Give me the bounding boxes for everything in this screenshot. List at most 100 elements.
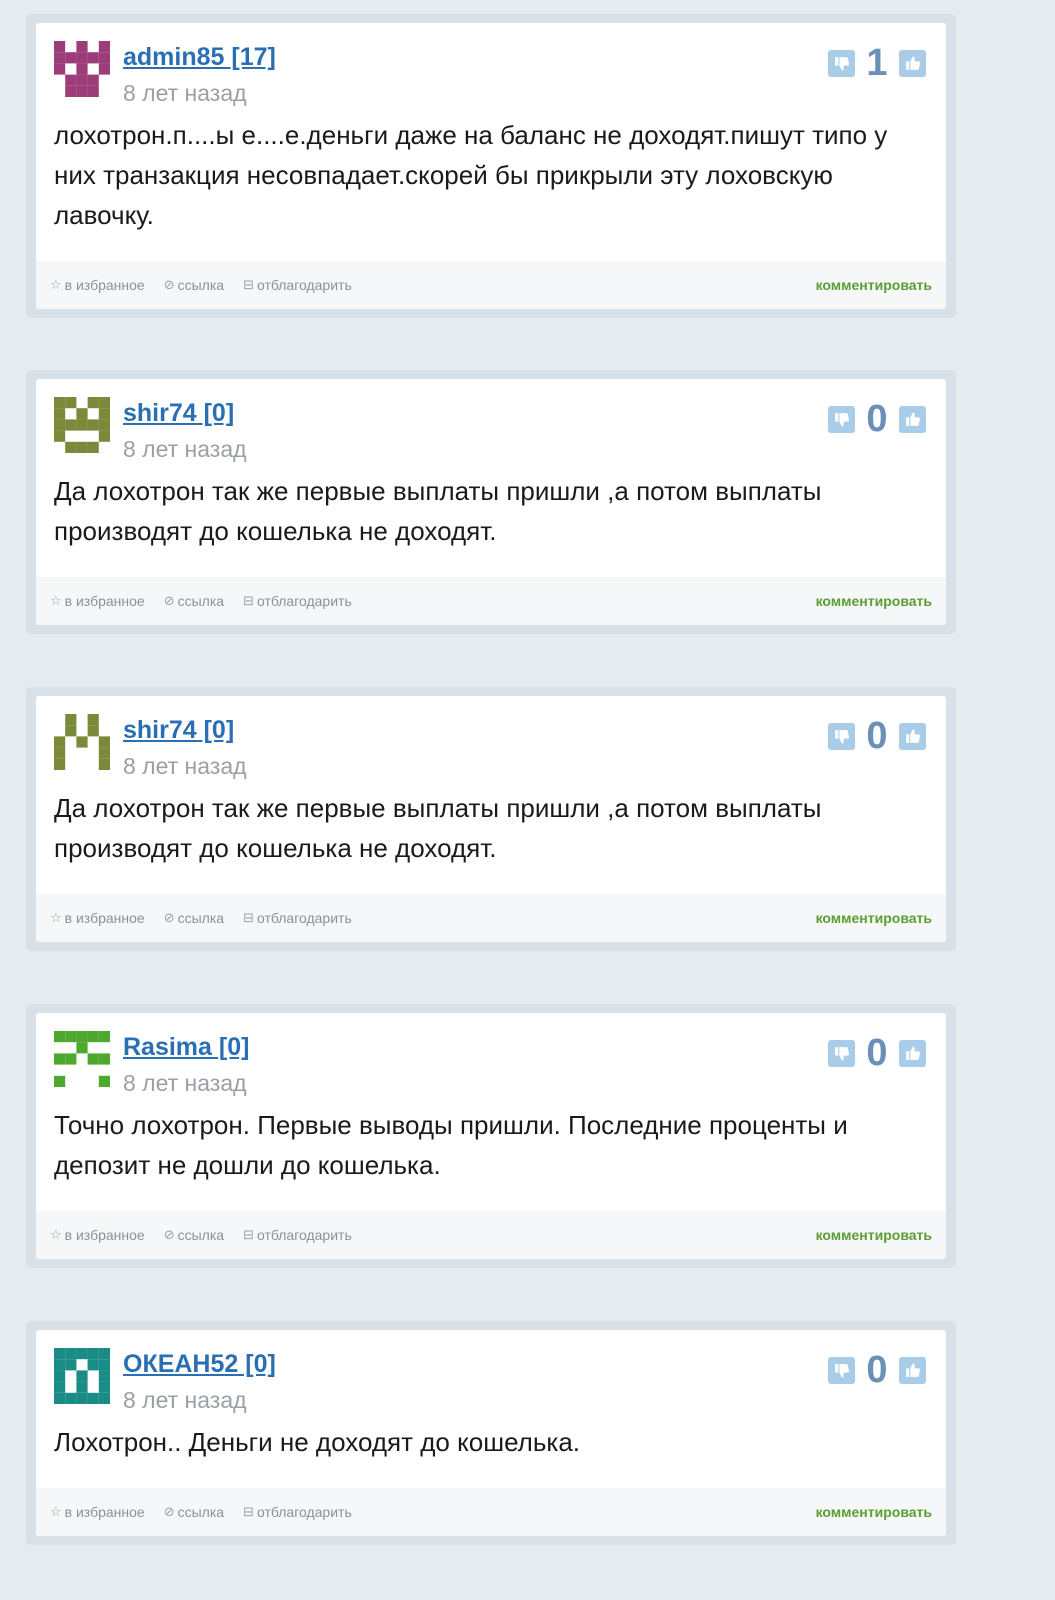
star-icon: ☆	[50, 277, 62, 292]
comment-body: Rasima [0] 8 лет назад 0 Точно лохотрон.…	[36, 1013, 946, 1259]
thumbs-down-icon	[835, 1046, 849, 1061]
comment-card: admin85 [17] 8 лет назад 1 лохотрон.п...…	[26, 14, 956, 318]
star-icon: ☆	[50, 1227, 62, 1242]
thumbs-up-icon	[906, 411, 920, 426]
favorite-label: в избранное	[64, 277, 145, 293]
vote-controls: 0	[828, 399, 926, 439]
link-icon: ⊘	[163, 910, 175, 925]
identicon-image	[54, 1348, 110, 1404]
timestamp: 8 лет назад	[123, 80, 247, 106]
timestamp: 8 лет назад	[123, 1070, 247, 1096]
vote-down-button[interactable]	[828, 49, 855, 77]
permalink[interactable]: ⊘ ссылка	[164, 277, 224, 293]
vote-controls: 0	[828, 716, 926, 756]
avatar[interactable]	[54, 41, 110, 97]
vote-down-button[interactable]	[828, 722, 855, 750]
comment-text: Точно лохотрон. Первые выводы пришли. По…	[54, 1110, 848, 1180]
permalink[interactable]: ⊘ ссылка	[164, 1504, 224, 1520]
vote-controls: 0	[828, 1350, 926, 1390]
favorite-label: в избранное	[64, 1227, 145, 1243]
favorite-link[interactable]: ☆ в избранное	[50, 1227, 145, 1243]
vote-down-button[interactable]	[828, 1039, 855, 1067]
reply-link[interactable]: комментировать	[816, 1488, 932, 1536]
thank-link[interactable]: ⊟ отблагодарить	[243, 277, 352, 293]
link-icon: ⊘	[163, 593, 175, 608]
avatar[interactable]	[54, 397, 110, 453]
avatar[interactable]	[54, 714, 110, 770]
thank-label: отблагодарить	[256, 277, 352, 293]
comment-header: admin85 [17] 8 лет назад 1	[36, 23, 946, 111]
vote-down-button[interactable]	[828, 1356, 855, 1384]
thumbs-down-icon	[835, 56, 849, 71]
avatar[interactable]	[54, 1348, 110, 1404]
favorite-link[interactable]: ☆ в избранное	[50, 593, 145, 609]
thank-link[interactable]: ⊟ отблагодарить	[243, 910, 352, 926]
identicon-image	[54, 41, 110, 97]
vote-controls: 1	[828, 43, 926, 83]
comment-body: ОКЕАН52 [0] 8 лет назад 0 Лохотрон.. Ден…	[36, 1330, 946, 1536]
vote-up-button[interactable]	[899, 49, 926, 77]
comment-body: shir74 [0] 8 лет назад 0 Да лохотрон так…	[36, 696, 946, 942]
link-label: ссылка	[177, 1227, 225, 1243]
vote-up-button[interactable]	[899, 1039, 926, 1067]
gift-icon: ⊟	[243, 1504, 254, 1519]
gift-icon: ⊟	[243, 277, 254, 292]
comment-card: shir74 [0] 8 лет назад 0 Да лохотрон так…	[26, 687, 956, 951]
author-link[interactable]: ОКЕАН52 [0]	[123, 1350, 276, 1379]
comment-text: Да лохотрон так же первые выплаты пришли…	[54, 476, 822, 546]
comment-body: admin85 [17] 8 лет назад 1 лохотрон.п...…	[36, 23, 946, 309]
gift-icon: ⊟	[243, 910, 254, 925]
timestamp: 8 лет назад	[123, 753, 247, 779]
vote-up-button[interactable]	[899, 722, 926, 750]
vote-score: 0	[866, 715, 888, 757]
reply-link[interactable]: комментировать	[816, 1211, 932, 1259]
vote-up-button[interactable]	[899, 1356, 926, 1384]
thank-label: отблагодарить	[256, 593, 352, 609]
link-label: ссылка	[177, 1504, 225, 1520]
favorite-link[interactable]: ☆ в избранное	[50, 1504, 145, 1520]
reply-link[interactable]: комментировать	[816, 894, 932, 942]
comment-header: shir74 [0] 8 лет назад 0	[36, 696, 946, 784]
comment-card: Rasima [0] 8 лет назад 0 Точно лохотрон.…	[26, 1004, 956, 1268]
comment-card: ОКЕАН52 [0] 8 лет назад 0 Лохотрон.. Ден…	[26, 1321, 956, 1545]
timestamp: 8 лет назад	[123, 436, 247, 462]
avatar[interactable]	[54, 1031, 110, 1087]
comment-header: ОКЕАН52 [0] 8 лет назад 0	[36, 1330, 946, 1418]
author-link[interactable]: shir74 [0]	[123, 716, 234, 745]
thank-label: отблагодарить	[256, 1504, 352, 1520]
thumbs-up-icon	[906, 728, 920, 743]
comment-text: лохотрон.п....ы е....е.деньги даже на ба…	[54, 120, 888, 230]
author-link[interactable]: Rasima [0]	[123, 1033, 249, 1062]
vote-up-button[interactable]	[899, 405, 926, 433]
comment-footer: ☆ в избранное ⊘ ссылка ⊟ отблагодарить комм…	[36, 577, 946, 625]
link-icon: ⊘	[163, 277, 175, 292]
favorite-link[interactable]: ☆ в избранное	[50, 910, 145, 926]
thank-link[interactable]: ⊟ отблагодарить	[243, 1504, 352, 1520]
identicon-image	[54, 714, 110, 770]
reply-link[interactable]: комментировать	[816, 261, 932, 309]
permalink[interactable]: ⊘ ссылка	[164, 910, 224, 926]
gift-icon: ⊟	[243, 593, 254, 608]
vote-score: 0	[866, 1349, 888, 1391]
permalink[interactable]: ⊘ ссылка	[164, 1227, 224, 1243]
thank-link[interactable]: ⊟ отблагодарить	[243, 1227, 352, 1243]
comment-footer: ☆ в избранное ⊘ ссылка ⊟ отблагодарить комм…	[36, 1211, 946, 1259]
link-icon: ⊘	[163, 1504, 175, 1519]
comment-footer: ☆ в избранное ⊘ ссылка ⊟ отблагодарить комм…	[36, 1488, 946, 1536]
thumbs-up-icon	[906, 1045, 920, 1060]
author-link[interactable]: admin85 [17]	[123, 43, 276, 72]
comment-header: shir74 [0] 8 лет назад 0	[36, 379, 946, 467]
thumbs-down-icon	[835, 412, 849, 427]
vote-down-button[interactable]	[828, 405, 855, 433]
author-link[interactable]: shir74 [0]	[123, 399, 234, 428]
comment-card: shir74 [0] 8 лет назад 0 Да лохотрон так…	[26, 370, 956, 634]
link-label: ссылка	[177, 910, 225, 926]
comment-text: Да лохотрон так же первые выплаты пришли…	[54, 793, 822, 863]
comment-footer: ☆ в избранное ⊘ ссылка ⊟ отблагодарить комм…	[36, 261, 946, 309]
thank-label: отблагодарить	[256, 1227, 352, 1243]
permalink[interactable]: ⊘ ссылка	[164, 593, 224, 609]
reply-link[interactable]: комментировать	[816, 577, 932, 625]
thank-link[interactable]: ⊟ отблагодарить	[243, 593, 352, 609]
favorite-link[interactable]: ☆ в избранное	[50, 277, 145, 293]
comment-header: Rasima [0] 8 лет назад 0	[36, 1013, 946, 1101]
